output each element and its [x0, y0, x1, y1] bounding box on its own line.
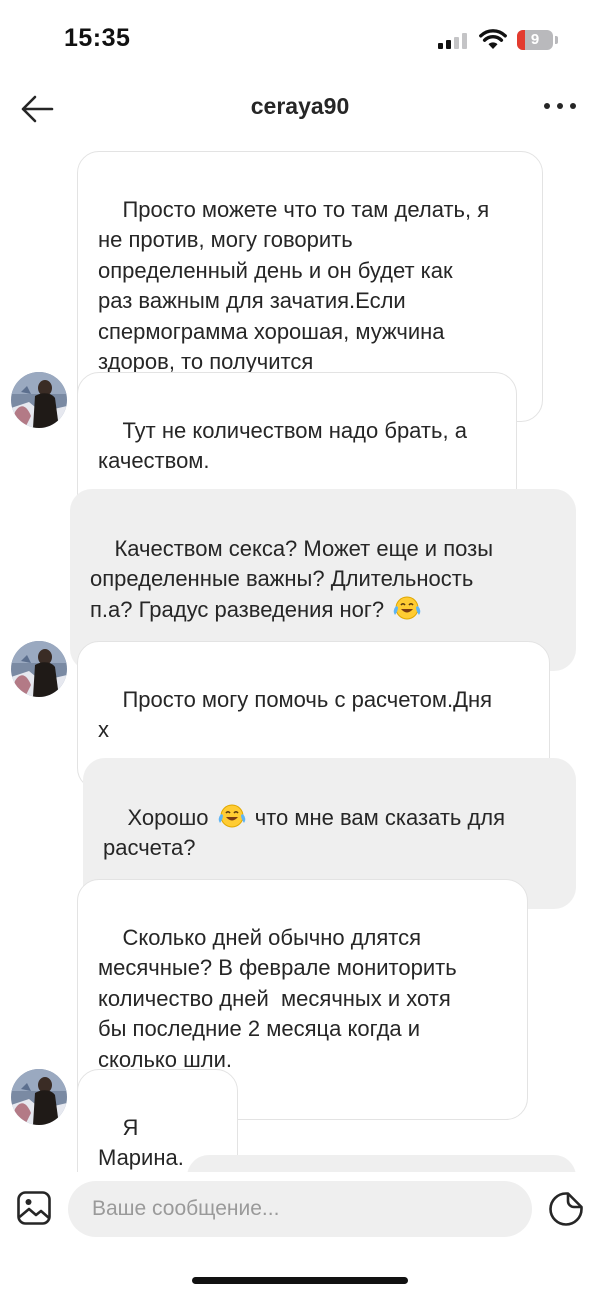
face-with-tears-of-joy-icon [393, 596, 421, 619]
message-text: Просто могу помочь с расчетом.Дня х [98, 686, 493, 743]
status-time: 15:35 [64, 24, 131, 52]
sticker-icon[interactable] [548, 1191, 584, 1227]
message-text: Тут не количеством надо брать, а качеств… [98, 417, 467, 474]
cellular-signal-icon [438, 33, 468, 49]
image-gallery-icon[interactable] [16, 1190, 52, 1226]
message-text: Просто можете что то там делать, я не пр… [98, 196, 490, 375]
avatar-photo [11, 1069, 67, 1125]
message-text: Качеством секса? Может еще и позы опреде… [90, 535, 494, 622]
home-indicator[interactable] [192, 1277, 408, 1284]
status-bar: 15:35 9 [0, 0, 600, 80]
wifi-icon [479, 29, 507, 49]
avatar-photo [11, 641, 67, 697]
avatar[interactable] [11, 641, 67, 697]
message-text: Я Марина. [98, 1114, 184, 1171]
face-with-tears-of-joy-icon [218, 804, 245, 827]
chat-header: ceraya90 [0, 80, 600, 138]
battery-level: 9 [530, 31, 540, 48]
battery-tip [555, 36, 558, 44]
message-input[interactable] [68, 1181, 532, 1237]
message-outgoing-partial[interactable] [187, 1155, 576, 1172]
chat-title[interactable]: ceraya90 [0, 93, 600, 120]
battery-icon: 9 [517, 30, 553, 50]
message-text-before: Хорошо [127, 804, 215, 830]
avatar-photo [11, 372, 67, 428]
message-list[interactable]: Просто можете что то там делать, я не пр… [0, 138, 600, 1172]
message-composer [0, 1172, 600, 1246]
avatar[interactable] [11, 372, 67, 428]
message-text: Сколько дней обычно длятся месячные? В ф… [98, 924, 457, 1072]
avatar[interactable] [11, 1069, 67, 1125]
ellipsis-icon[interactable] [542, 100, 578, 112]
battery-fill [517, 30, 525, 50]
